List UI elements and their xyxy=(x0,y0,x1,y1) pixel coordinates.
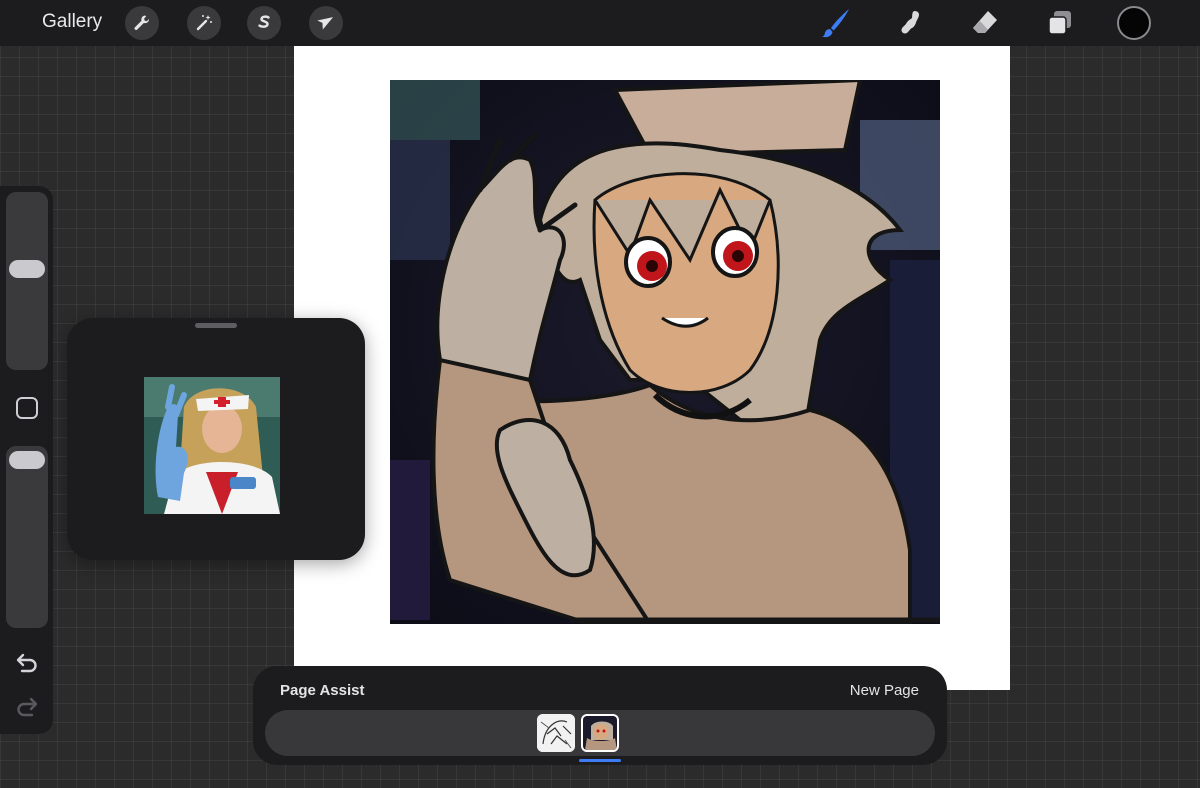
adjustments-button[interactable] xyxy=(187,6,221,40)
active-page-indicator xyxy=(579,759,621,762)
left-sidebar xyxy=(0,186,53,734)
undo-icon xyxy=(16,653,37,673)
wrench-icon xyxy=(134,15,150,30)
brush-icon xyxy=(822,9,849,38)
reference-image xyxy=(144,377,280,514)
brush-tool-button[interactable] xyxy=(817,3,857,43)
eraser-icon xyxy=(973,11,997,33)
modifier-square-icon[interactable] xyxy=(16,397,38,419)
layers-icon xyxy=(1048,11,1071,35)
color-picker-button[interactable] xyxy=(1117,6,1151,40)
page-assist-title: Page Assist xyxy=(280,682,365,699)
page-thumbnail-2[interactable] xyxy=(581,714,619,752)
undo-button[interactable] xyxy=(10,648,44,676)
reference-drag-handle[interactable] xyxy=(195,323,237,328)
eraser-tool-button[interactable] xyxy=(965,3,1005,43)
opacity-thumb[interactable] xyxy=(9,451,45,469)
transform-button[interactable] xyxy=(309,6,343,40)
layers-tool-button[interactable] xyxy=(1040,3,1080,43)
redo-button[interactable] xyxy=(10,692,44,720)
page-assist-panel: Page Assist New Page xyxy=(253,666,947,765)
arrow-cursor-icon xyxy=(317,17,334,30)
artwork-illustration xyxy=(390,80,940,624)
brush-size-slider[interactable] xyxy=(6,192,48,370)
magic-wand-icon xyxy=(196,15,212,31)
brush-size-thumb[interactable] xyxy=(9,260,45,278)
selection-button[interactable] xyxy=(247,6,281,40)
drawing-canvas[interactable] xyxy=(294,46,1010,690)
redo-icon xyxy=(17,697,38,717)
selection-s-icon xyxy=(258,15,270,28)
smudge-tool-button[interactable] xyxy=(890,3,930,43)
actions-button[interactable] xyxy=(125,6,159,40)
new-page-button[interactable]: New Page xyxy=(850,682,919,699)
reference-window[interactable] xyxy=(67,318,365,560)
page-thumbnail-1[interactable] xyxy=(537,714,575,752)
smudge-icon xyxy=(901,11,919,34)
opacity-slider[interactable] xyxy=(6,446,48,628)
gallery-button[interactable]: Gallery xyxy=(42,11,102,33)
top-toolbar: Gallery xyxy=(0,0,1200,46)
page-thumbnail-strip xyxy=(265,710,935,756)
